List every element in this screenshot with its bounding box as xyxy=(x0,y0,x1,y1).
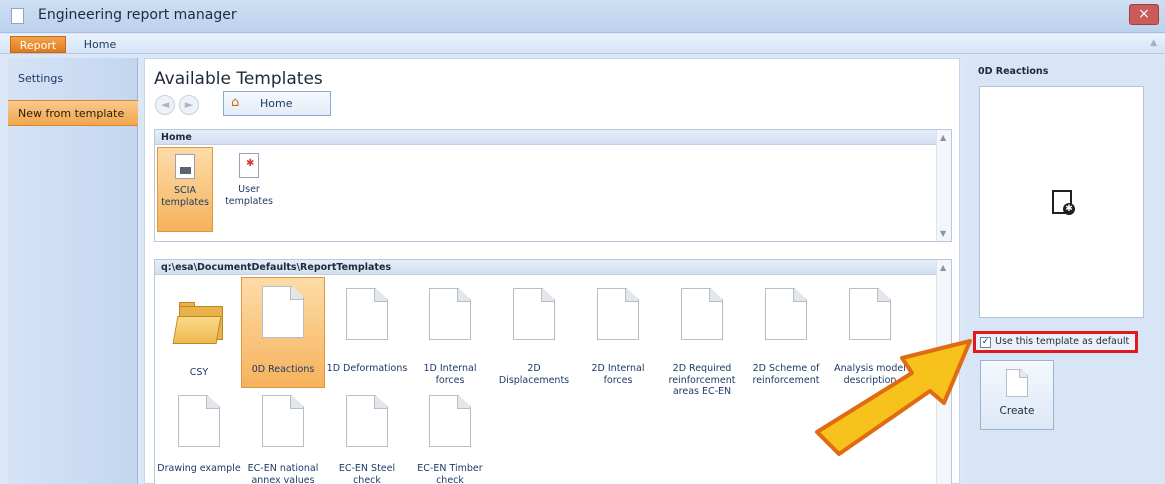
sidebar-item-new-from-template[interactable]: New from template xyxy=(8,100,138,126)
user-template-icon: ✱ xyxy=(239,153,259,178)
tile-1d-internal-forces[interactable]: 1D Internal forces xyxy=(408,282,492,392)
create-button[interactable]: Create xyxy=(980,360,1054,430)
document-icon xyxy=(681,288,723,340)
templates-panel-header: q:\esa\DocumentDefaults\ReportTemplates xyxy=(155,260,951,275)
back-button[interactable]: ◄ xyxy=(155,95,175,115)
document-icon xyxy=(597,288,639,340)
breadcrumb-home-label: Home xyxy=(260,97,293,110)
document-gear-icon: ✱ xyxy=(1052,190,1075,215)
document-icon xyxy=(513,288,555,340)
templates-panel-scrollbar[interactable]: ▲ xyxy=(936,260,951,484)
document-icon xyxy=(346,395,388,447)
tile-2d-displacements[interactable]: 2D Displacements xyxy=(492,282,576,392)
tile-label: SCIA templates xyxy=(161,185,209,208)
checkbox-label: Use this template as default xyxy=(995,336,1130,347)
scia-template-icon xyxy=(175,154,195,179)
template-preview: ✱ xyxy=(979,86,1144,318)
tile-0d-reactions[interactable]: 0D Reactions xyxy=(241,277,325,388)
menu-bar: Report Home ▲ xyxy=(0,34,1165,54)
tile-label: EC-EN national annex values xyxy=(247,463,319,484)
collapse-ribbon-icon[interactable]: ▲ xyxy=(1150,38,1157,48)
tile-label: 2D Scheme of reinforcement xyxy=(752,363,820,386)
tile-1d-deformations[interactable]: 1D Deformations xyxy=(325,282,409,392)
title-bar: Engineering report manager × xyxy=(0,0,1165,33)
create-label: Create xyxy=(999,405,1035,417)
tile-label: Drawing example xyxy=(157,463,241,474)
sidebar-item-settings[interactable]: Settings xyxy=(8,66,138,92)
tile-label: 1D Deformations xyxy=(326,363,408,374)
tile-drawing-example[interactable]: Drawing example xyxy=(157,392,241,482)
tile-csy[interactable]: CSY xyxy=(157,282,241,392)
home-icon: ⌂ xyxy=(231,95,240,110)
page-title: Available Templates xyxy=(154,69,323,89)
templates-main: Available Templates ◄ ► ⌂ Home Home ▲ ▼ … xyxy=(144,58,960,484)
document-icon xyxy=(178,395,220,447)
document-icon xyxy=(429,288,471,340)
preview-panel: 0D Reactions ✱ ✓ Use this template as de… xyxy=(966,58,1165,484)
tile-label: User templates xyxy=(225,184,273,207)
document-icon xyxy=(765,288,807,340)
tile-label: 2D Displacements xyxy=(498,363,570,386)
tile-label: 2D Internal forces xyxy=(591,363,645,386)
document-icon xyxy=(849,288,891,340)
tile-2d-internal-forces[interactable]: 2D Internal forces xyxy=(576,282,660,392)
close-button[interactable]: × xyxy=(1129,4,1159,25)
document-icon xyxy=(429,395,471,447)
sidebar: Settings New from template xyxy=(8,58,138,484)
scroll-up-icon[interactable]: ▲ xyxy=(940,133,946,142)
tile-scia-templates[interactable]: SCIA templates xyxy=(157,147,213,232)
scroll-down-icon[interactable]: ▼ xyxy=(940,229,946,238)
tile-label: 1D Internal forces xyxy=(423,363,477,386)
tile-2d-scheme-of-reinforcement[interactable]: 2D Scheme of reinforcement xyxy=(744,282,828,392)
tile-label: EC-EN Steel check xyxy=(338,463,396,484)
forward-button[interactable]: ► xyxy=(179,95,199,115)
tile-analysis-model-description[interactable]: Analysis model description xyxy=(828,282,912,392)
scroll-up-icon[interactable]: ▲ xyxy=(940,263,946,272)
tile-label: EC-EN Timber check xyxy=(417,463,483,484)
tile-label: CSY xyxy=(189,367,209,378)
tile-label: Analysis model description xyxy=(834,363,906,386)
document-icon xyxy=(262,286,304,338)
home-panel-header: Home xyxy=(155,130,951,145)
tab-report[interactable]: Report xyxy=(10,36,66,53)
templates-panel: q:\esa\DocumentDefaults\ReportTemplates … xyxy=(154,259,952,484)
document-icon xyxy=(346,288,388,340)
tile-label: 2D Required reinforcement areas EC-EN xyxy=(668,363,736,397)
tile-2d-required-reinforcement[interactable]: 2D Required reinforcement areas EC-EN xyxy=(660,282,744,397)
tile-ec-en-timber-check[interactable]: EC-EN Timber check xyxy=(408,392,492,484)
tile-label: 0D Reactions xyxy=(251,364,315,375)
tab-home[interactable]: Home xyxy=(76,36,124,53)
document-icon xyxy=(262,395,304,447)
preview-title: 0D Reactions xyxy=(978,66,1049,77)
use-as-default-checkbox[interactable]: ✓ Use this template as default xyxy=(973,331,1138,353)
app-document-icon xyxy=(11,8,24,24)
window-title: Engineering report manager xyxy=(38,7,237,23)
home-panel-scrollbar[interactable]: ▲ ▼ xyxy=(936,130,951,241)
folder-icon xyxy=(172,302,223,344)
breadcrumb[interactable]: ⌂ Home xyxy=(223,91,331,116)
home-panel: Home ▲ ▼ SCIA templates ✱ User templates xyxy=(154,129,952,242)
checkbox-box[interactable]: ✓ xyxy=(980,337,991,348)
tile-ec-en-steel-check[interactable]: EC-EN Steel check xyxy=(325,392,409,484)
tile-user-templates[interactable]: ✱ User templates xyxy=(221,147,277,217)
gear-icon: ✱ xyxy=(1063,203,1075,215)
tile-ec-en-national-annex[interactable]: EC-EN national annex values xyxy=(241,392,325,484)
document-icon xyxy=(1006,369,1028,397)
